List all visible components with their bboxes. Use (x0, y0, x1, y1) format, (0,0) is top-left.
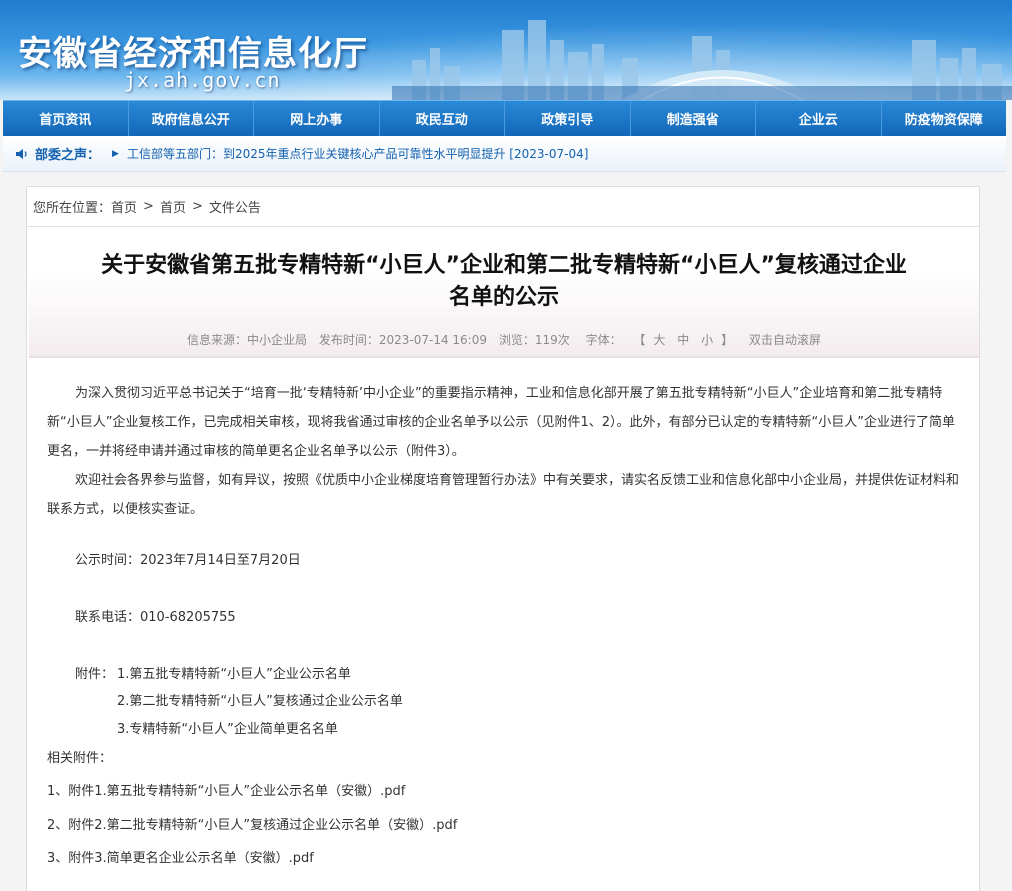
breadcrumb-separator: > (143, 199, 154, 214)
nav-item-home[interactable]: 首页资讯 (3, 101, 129, 136)
nav-item-interaction[interactable]: 政民互动 (380, 101, 505, 136)
font-medium-button[interactable]: 中 (677, 333, 689, 347)
nav-item-online-services[interactable]: 网上办事 (254, 101, 380, 136)
font-size-label: 字体： (585, 333, 622, 347)
breadcrumb-link-notices[interactable]: 文件公告 (209, 197, 261, 216)
speaker-icon (16, 148, 27, 159)
related-file-link-1[interactable]: 1、附件1.第五批专精特新“小巨人”企业公示名单（安徽）.pdf (47, 780, 405, 799)
ticker-news-link[interactable]: 工信部等五部门：到2025年重点行业关键核心产品可靠性水平明显提升 [2023-… (127, 145, 588, 162)
nav-item-enterprise-cloud[interactable]: 企业云 (756, 101, 882, 136)
article-title: 关于安徽省第五批专精特新“小巨人”企业和第二批专精特新“小巨人”复核通过企业 名… (39, 250, 969, 314)
site-banner: 安徽省经济和信息化厅 jx.ah.gov.cn (0, 0, 1012, 100)
breadcrumb-prefix: 您所在位置： (33, 201, 112, 216)
meta-date: 发布时间：2023-07-14 16:09 (318, 333, 487, 347)
meta-views: 浏览：119次 (498, 333, 570, 347)
attachment-item-2: 2.第二批专精特新“小巨人”复核通过企业公示名单 (117, 694, 403, 709)
nav-item-policy[interactable]: 政策引导 (505, 101, 631, 136)
article-header: 关于安徽省第五批专精特新“小巨人”企业和第二批专精特新“小巨人”复核通过企业 名… (29, 228, 979, 358)
site-domain: jx.ah.gov.cn (124, 68, 281, 92)
article-paragraph-1: 为深入贯彻习近平总书记关于“培育一批‘专精特新’中小企业”的重要指示精神，工业和… (47, 386, 955, 459)
attachment-item-3: 3.专精特新“小巨人”企业简单更名名单 (117, 722, 338, 737)
article-paragraph-2: 欢迎社会各界参与监督，如有异议，按照《优质中小企业梯度培育管理暂行办法》中有关要… (47, 473, 960, 517)
breadcrumb: 您所在位置： 首页 > 首页 > 文件公告 (27, 187, 979, 227)
nav-item-manufacturing[interactable]: 制造强省 (631, 101, 756, 136)
breadcrumb-link-home-2[interactable]: 首页 (160, 197, 186, 216)
breadcrumb-separator: > (191, 199, 203, 214)
related-file-link-2[interactable]: 2、附件2.第二批专精特新“小巨人”复核通过企业公示名单（安徽）.pdf (47, 814, 457, 833)
font-large-button[interactable]: 大 (653, 333, 665, 347)
contact-phone: 联系电话：010-68205755 (75, 610, 236, 625)
article-title-line-1: 关于安徽省第五批专精特新“小巨人”企业和第二批专精特新“小巨人”复核通过企业 (101, 253, 907, 278)
article-title-line-2: 名单的公示 (448, 285, 559, 310)
main-nav: 首页资讯 政府信息公开 网上办事 政民互动 政策引导 制造强省 企业云 防疫物资… (3, 100, 1006, 136)
related-file-link-3[interactable]: 3、附件3.简单更名企业公示名单（安徽）.pdf (47, 847, 314, 866)
meta-autoscroll: 双击自动滚屏 (748, 333, 821, 347)
attachment-item-1: 1.第五批专精特新“小巨人”企业公示名单 (117, 667, 351, 682)
arrow-right-icon: ▶ (112, 148, 119, 159)
nav-item-gov-info[interactable]: 政府信息公开 (129, 101, 254, 136)
meta-font-size: 字体： 【大 中 小】 (582, 333, 738, 347)
publicity-period: 公示时间：2023年7月14日至7月20日 (75, 553, 301, 568)
ticker-label: 部委之声： (35, 148, 101, 163)
nav-item-epidemic-supplies[interactable]: 防疫物资保障 (882, 101, 1007, 136)
city-skyline-image (392, 20, 1012, 100)
font-bracket-open: 【 (633, 333, 646, 347)
font-bracket-close: 】 (721, 333, 734, 347)
attachments-prefix: 附件： (75, 667, 115, 682)
content-panel: 您所在位置： 首页 > 首页 > 文件公告 关于安徽省第五批专精特新“小巨人”企… (26, 186, 980, 891)
meta-source: 信息来源：中小企业局 (187, 333, 308, 347)
article-meta: 信息来源：中小企业局 发布时间：2023-07-14 16:09 浏览：119次… (29, 331, 979, 348)
breadcrumb-link-home[interactable]: 首页 (111, 197, 137, 216)
article-body: 为深入贯彻习近平总书记关于“培育一批‘专精特新’中小企业”的重要指示精神，工业和… (47, 379, 967, 524)
font-small-button[interactable]: 小 (701, 333, 713, 347)
news-ticker: 部委之声： ▶ 工信部等五部门：到2025年重点行业关键核心产品可靠性水平明显提… (3, 136, 1006, 172)
related-attachments-label: 相关附件： (47, 751, 113, 766)
